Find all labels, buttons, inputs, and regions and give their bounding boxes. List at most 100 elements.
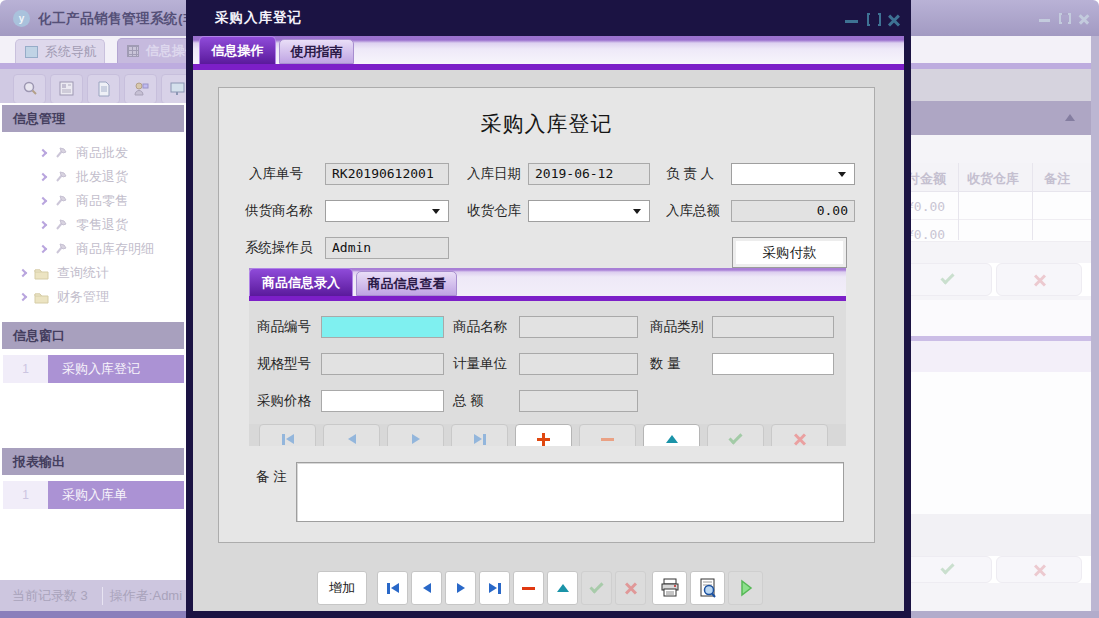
- sidebar-item-wholesale[interactable]: 商品批发: [40, 141, 128, 165]
- dialog-tab-info-operate[interactable]: 信息操作: [199, 36, 276, 64]
- nav-last-button[interactable]: [451, 424, 508, 446]
- nav-cancel-button[interactable]: [771, 424, 828, 446]
- label-item-code: 商品编号: [257, 316, 311, 338]
- add-button[interactable]: 增加: [317, 571, 367, 605]
- tab-system-nav-label: 系统导航: [45, 43, 97, 61]
- nav-cancel-icon: [793, 432, 807, 446]
- field-order-no[interactable]: RK20190612001: [325, 163, 449, 185]
- bg-tabstrip: [911, 300, 1091, 336]
- sidebar-item-finance[interactable]: 财务管理: [20, 285, 109, 309]
- label-warehouse: 收货仓库: [467, 200, 521, 222]
- sidebar-header-info-mgmt: 信息管理: [2, 105, 184, 132]
- tab-item-view[interactable]: 商品信息查看: [356, 271, 457, 296]
- field-date[interactable]: 2019-06-12: [528, 163, 650, 185]
- rec-last-button[interactable]: [479, 571, 510, 605]
- sidebar-item-retail[interactable]: 商品零售: [40, 189, 128, 213]
- sidebar-item-label: 批发退货: [76, 168, 128, 186]
- rec-post-icon: [589, 579, 603, 593]
- field-item-category[interactable]: [712, 316, 834, 338]
- nav-delete-button[interactable]: [579, 424, 636, 446]
- dialog-tab-user-guide[interactable]: 使用指南: [279, 39, 354, 64]
- bg-cancel-button[interactable]: [996, 263, 1082, 296]
- rec-edit-icon: [557, 584, 569, 592]
- main-close-button[interactable]: [1078, 13, 1090, 25]
- col-note[interactable]: 备注: [1044, 170, 1070, 188]
- rec-first-icon: [387, 583, 390, 594]
- nav-last-icon: [474, 434, 482, 444]
- table-row[interactable]: ¥0.00: [911, 220, 1091, 242]
- dialog-maximize-button[interactable]: [867, 13, 881, 26]
- field-item-price[interactable]: [321, 390, 444, 412]
- rec-edit-button[interactable]: [547, 571, 578, 605]
- nav-prior-button[interactable]: [323, 424, 380, 446]
- field-operator[interactable]: Admin: [325, 237, 449, 259]
- sidebar-item-wholesale-return[interactable]: 批发退货: [40, 165, 128, 189]
- bg-cancel-button[interactable]: [996, 556, 1082, 583]
- field-item-spec[interactable]: [321, 353, 444, 375]
- rec-delete-button[interactable]: [513, 571, 544, 605]
- nav-prior-icon: [348, 434, 356, 444]
- info-window-row-index: 1: [3, 355, 48, 383]
- dialog-content: 信息操作 使用指南 采购入库登记 入库单号 RK20190612001 入库日期…: [193, 36, 904, 611]
- dialog-close-button[interactable]: [887, 13, 901, 27]
- field-item-code[interactable]: [321, 316, 444, 338]
- nav-first-button[interactable]: [259, 424, 316, 446]
- sidebar-item-retail-return[interactable]: 零售退货: [40, 213, 128, 237]
- toolbar-document-button[interactable]: [87, 74, 120, 104]
- collapse-icon[interactable]: [1065, 114, 1075, 121]
- main-minimize-button[interactable]: [1039, 19, 1050, 22]
- rec-cancel-button[interactable]: [615, 571, 646, 605]
- combo-warehouse[interactable]: [528, 200, 650, 222]
- sidebar-item-query-stats[interactable]: 查询统计: [20, 261, 109, 285]
- field-item-qty[interactable]: [712, 353, 834, 375]
- chevron-right-icon: [19, 269, 27, 277]
- rec-first-button[interactable]: [377, 571, 408, 605]
- rec-prior-button[interactable]: [411, 571, 442, 605]
- add-user-icon: [132, 80, 150, 98]
- nav-edit-button[interactable]: [643, 424, 700, 446]
- purchase-pay-button[interactable]: 采购付款: [732, 237, 847, 268]
- table-row[interactable]: ¥0.00: [911, 192, 1091, 220]
- toolbar-contacts-button[interactable]: [50, 74, 83, 104]
- nav-edit-icon: [666, 435, 678, 443]
- x-icon: [1033, 563, 1047, 577]
- note-textarea[interactable]: [296, 462, 844, 522]
- run-button[interactable]: [728, 571, 763, 605]
- bg-content-strip: [911, 69, 1091, 101]
- main-restore-button[interactable]: [1059, 13, 1071, 24]
- tab-item-entry[interactable]: 商品信息录入: [249, 268, 353, 296]
- label-date: 入库日期: [467, 163, 521, 185]
- info-window-row-purchase-entry[interactable]: 采购入库登记: [48, 355, 184, 383]
- sidebar-item-stock-detail[interactable]: 商品库存明细: [40, 237, 154, 261]
- label-manager: 负 责 人: [666, 163, 714, 185]
- dialog-minimize-button[interactable]: [845, 20, 858, 23]
- print-button[interactable]: [652, 571, 687, 605]
- sidebar-header-report: 报表输出: [2, 448, 184, 475]
- item-tab-strip: 商品信息录入 商品信息查看: [249, 268, 846, 296]
- toolbar-search-button[interactable]: [13, 74, 46, 104]
- sidebar-item-label: 商品批发: [76, 144, 128, 162]
- label-item-category: 商品类别: [650, 316, 704, 338]
- print-preview-button[interactable]: [690, 571, 725, 605]
- field-total[interactable]: 0.00: [731, 200, 855, 222]
- field-item-name[interactable]: [519, 316, 638, 338]
- field-item-unit[interactable]: [519, 353, 638, 375]
- combo-supplier[interactable]: [325, 200, 449, 222]
- combo-manager[interactable]: [731, 163, 855, 185]
- hammer-icon: [54, 218, 68, 232]
- nav-post-button[interactable]: [707, 424, 764, 446]
- rec-next-button[interactable]: [445, 571, 476, 605]
- tab-info-operate[interactable]: 信息操作: [117, 38, 190, 63]
- report-row-purchase-order[interactable]: 采购入库单: [48, 481, 184, 509]
- col-warehouse[interactable]: 收货仓库: [967, 170, 1019, 188]
- field-item-amount[interactable]: [519, 390, 638, 412]
- rec-post-button[interactable]: [581, 571, 612, 605]
- hammer-icon: [54, 242, 68, 256]
- nav-insert-button[interactable]: [515, 424, 572, 446]
- col-amount-paid[interactable]: 付金额: [907, 170, 946, 188]
- nav-last-icon: [483, 434, 486, 445]
- nav-next-button[interactable]: [387, 424, 444, 446]
- sidebar-header-info-window: 信息窗口: [2, 322, 184, 349]
- toolbar-user-button[interactable]: [124, 74, 157, 104]
- tab-system-nav[interactable]: 系统导航: [15, 39, 105, 63]
